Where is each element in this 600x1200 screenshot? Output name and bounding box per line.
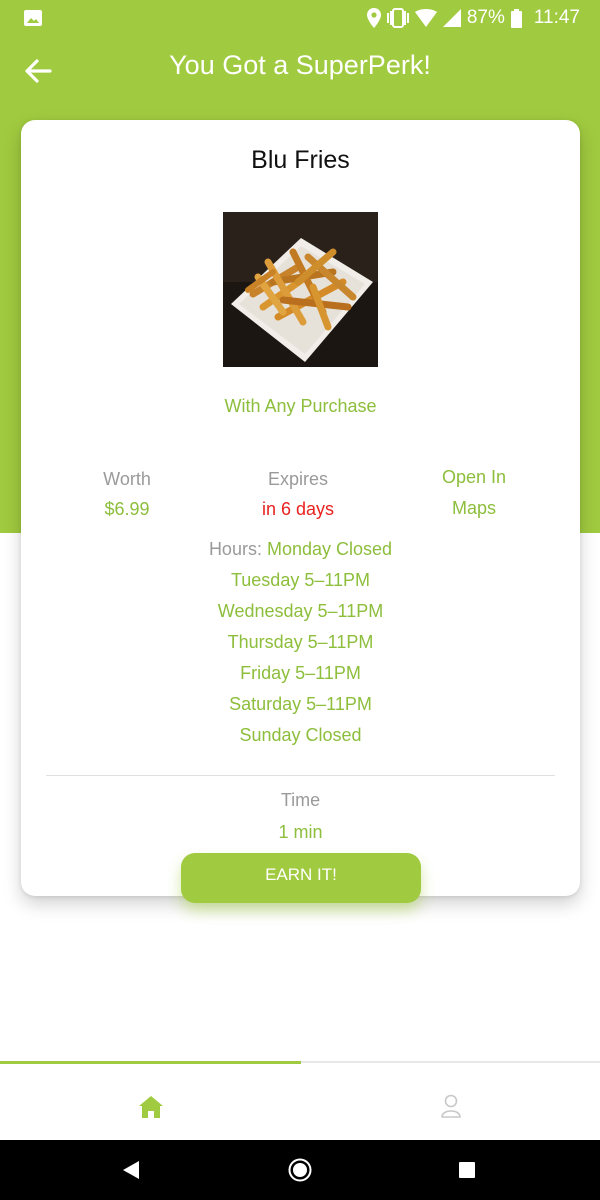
hours-monday: Monday Closed [266, 539, 393, 559]
open-in-maps-link[interactable]: Open In Maps [404, 462, 544, 524]
hours-saturday: Saturday 5–11PM [229, 694, 372, 714]
time-block: Time 1 min [21, 784, 580, 848]
clock: 11:47 [533, 7, 580, 28]
expires-block: Expires in 6 days [228, 464, 368, 524]
back-triangle-icon[interactable] [123, 1161, 139, 1179]
bottom-nav [0, 1058, 600, 1140]
time-label: Time [280, 790, 321, 810]
worth-label: Worth [103, 469, 151, 489]
status-bar: 87% 11:47 [0, 0, 600, 36]
maps-line-1: Open In [441, 467, 507, 487]
battery-percent: 87% [466, 7, 505, 28]
battery-icon [510, 8, 522, 28]
vibrate-icon [386, 8, 409, 28]
wifi-icon [414, 9, 437, 27]
location-icon [366, 8, 381, 28]
hours-tuesday: Tuesday 5–11PM [230, 570, 371, 590]
hours-sunday: Sunday Closed [239, 725, 362, 745]
earn-it-button[interactable]: EARN IT! [181, 853, 421, 903]
profile-icon [441, 1094, 461, 1118]
tab-home[interactable] [0, 1064, 300, 1140]
time-value: 1 min [278, 822, 323, 842]
system-nav-bar [0, 1140, 600, 1200]
perk-name: Blu Fries [251, 146, 350, 174]
hours-label: Hours: [208, 539, 262, 559]
hours-thursday: Thursday 5–11PM [227, 632, 374, 652]
hours-block: Hours: Monday Closed Tuesday 5–11PM Wedn… [21, 534, 580, 751]
maps-line-2: Maps [451, 498, 496, 518]
worth-block: Worth $6.99 [57, 464, 197, 524]
home-icon [139, 1096, 163, 1118]
hours-friday: Friday 5–11PM [240, 663, 361, 683]
hours-wednesday: Wednesday 5–11PM [217, 601, 384, 621]
image-icon [24, 10, 42, 26]
expires-label: Expires [267, 469, 329, 489]
hours-row: Hours: Monday Closed [21, 534, 580, 565]
fries-photo [223, 212, 378, 367]
signal-icon [442, 9, 461, 27]
perk-condition: With Any Purchase [224, 396, 377, 416]
tab-profile[interactable] [300, 1064, 600, 1140]
app-header: You Got a SuperPerk! [0, 40, 600, 100]
recents-square-icon[interactable] [459, 1162, 475, 1178]
expires-value: in 6 days [261, 499, 335, 519]
perk-card: Blu Fries With Any Purchase Worth $6.99 … [21, 120, 580, 896]
worth-value: $6.99 [104, 499, 150, 519]
tab-indicator-track [301, 1061, 600, 1063]
home-circle-icon[interactable] [288, 1158, 312, 1182]
page-title: You Got a SuperPerk! [169, 50, 431, 80]
divider [46, 775, 555, 776]
